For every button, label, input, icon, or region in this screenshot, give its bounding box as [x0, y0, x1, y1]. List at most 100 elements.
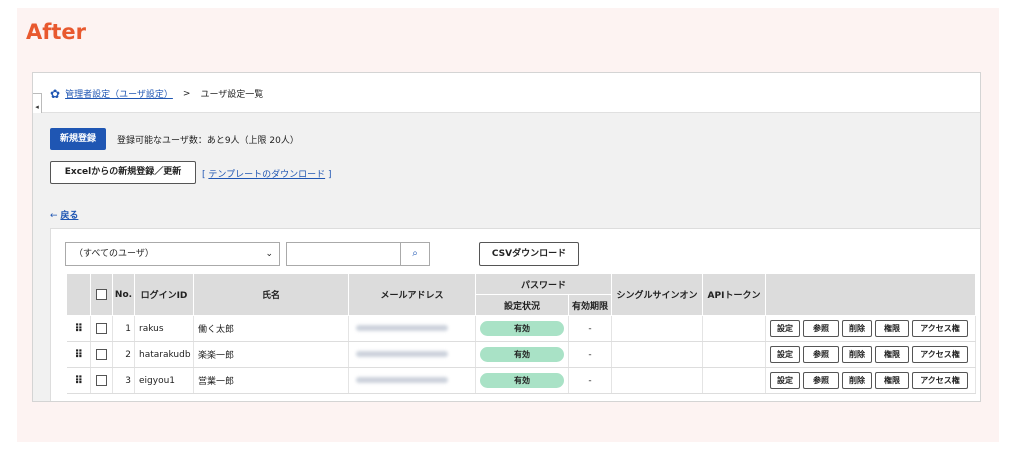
row-sso: [611, 341, 703, 368]
row-checkbox[interactable]: [96, 375, 107, 386]
registration-info: 登録可能なユーザ数：あと9人（上限 20人）: [117, 136, 299, 146]
breadcrumb-separator: >: [182, 88, 191, 99]
row-name: 営業一郎: [193, 367, 349, 394]
status-badge: 有効: [480, 321, 564, 336]
drag-handle-icon[interactable]: ⠿: [66, 367, 91, 394]
col-email: メールアドレス: [348, 273, 476, 316]
row-password-expiry: -: [568, 341, 612, 368]
delete-button[interactable]: 削除: [842, 372, 872, 389]
new-registration-button[interactable]: 新規登録: [50, 128, 106, 150]
redacted-email: [356, 351, 448, 357]
row-name: 働く太郎: [193, 315, 349, 342]
row-checkbox[interactable]: [96, 323, 107, 334]
delete-button[interactable]: 削除: [842, 320, 872, 337]
delete-button[interactable]: 削除: [842, 346, 872, 363]
app-screenshot: ◂ ✿ 管理者設定（ユーザ設定） > ユーザ設定一覧 新規登録 登録可能なユーザ…: [32, 72, 981, 402]
access-button[interactable]: アクセス権: [912, 346, 968, 363]
select-all-checkbox[interactable]: [96, 289, 107, 300]
settings-button[interactable]: 設定: [770, 372, 800, 389]
row-actions: 設定 参照 削除 権限 アクセス権: [765, 367, 976, 394]
settings-button[interactable]: 設定: [770, 320, 800, 337]
row-password-expiry: -: [568, 367, 612, 394]
row-api-token: [702, 367, 766, 394]
row-select: [90, 341, 113, 368]
permission-button[interactable]: 権限: [875, 346, 909, 363]
row-checkbox[interactable]: [96, 349, 107, 360]
col-name: 氏名: [193, 273, 349, 316]
row-email: [348, 341, 476, 368]
gear-icon: ✿: [50, 86, 61, 101]
bracket-close: ]: [328, 170, 332, 180]
settings-button[interactable]: 設定: [770, 346, 800, 363]
search-input[interactable]: [287, 243, 401, 265]
row-no: 3: [112, 367, 135, 394]
status-badge: 有効: [480, 373, 564, 388]
row-sso: [611, 367, 703, 394]
row-select: [90, 315, 113, 342]
back-link[interactable]: 戻る: [60, 211, 78, 221]
table-row: ⠿ 1 rakus 働く太郎 有効 - 設定 参照 削除 権限 アクセス権: [66, 315, 976, 342]
search-icon[interactable]: ⌕: [400, 243, 429, 265]
row-api-token: [702, 315, 766, 342]
row-email: [348, 367, 476, 394]
back-nav: ← 戻る: [50, 208, 78, 221]
access-button[interactable]: アクセス権: [912, 320, 968, 337]
col-actions: [765, 273, 976, 316]
table-row: ⠿ 2 hatarakudb 楽楽一郎 有効 - 設定 参照 削除 権限 アクセス権: [66, 341, 976, 368]
breadcrumb: ✿ 管理者設定（ユーザ設定） > ユーザ設定一覧: [50, 86, 264, 101]
after-label: After: [26, 20, 87, 44]
view-button[interactable]: 参照: [803, 372, 839, 389]
user-table: No. ログインID 氏名 メールアドレス パスワード シングルサインオン AP…: [66, 273, 976, 394]
breadcrumb-parent-link[interactable]: 管理者設定（ユーザ設定）: [65, 87, 173, 100]
col-drag: [66, 273, 91, 316]
user-filter-select[interactable]: （すべてのユーザ） ⌄: [65, 242, 280, 266]
col-password-expiry: 有効期限: [568, 294, 612, 316]
template-download-link[interactable]: テンプレートのダウンロード: [208, 170, 325, 180]
row-password-expiry: -: [568, 315, 612, 342]
row-no: 1: [112, 315, 135, 342]
csv-download-button[interactable]: CSVダウンロード: [479, 242, 579, 266]
row-api-token: [702, 341, 766, 368]
row-login-id: eigyou1: [134, 367, 194, 394]
row-login-id: hatarakudb: [134, 341, 194, 368]
back-arrow-icon: ←: [50, 211, 58, 221]
template-download: [ テンプレートのダウンロード ]: [202, 167, 332, 180]
row-actions: 設定 参照 削除 権限 アクセス権: [765, 315, 976, 342]
col-login-id: ログインID: [134, 273, 194, 316]
drag-handle-icon[interactable]: ⠿: [66, 315, 91, 342]
col-password-status: 設定状況: [475, 294, 569, 316]
col-password: パスワード: [475, 273, 612, 295]
view-button[interactable]: 参照: [803, 320, 839, 337]
col-sso: シングルサインオン: [611, 273, 703, 316]
permission-button[interactable]: 権限: [875, 320, 909, 337]
row-no: 2: [112, 341, 135, 368]
col-api-token: APIトークン: [702, 273, 766, 316]
row-password-status: 有効: [475, 341, 569, 368]
col-no: No.: [112, 273, 135, 316]
access-button[interactable]: アクセス権: [912, 372, 968, 389]
row-name: 楽楽一郎: [193, 341, 349, 368]
permission-button[interactable]: 権限: [875, 372, 909, 389]
table-row: ⠿ 3 eigyou1 営業一郎 有効 - 設定 参照 削除 権限 アクセス権: [66, 367, 976, 394]
bracket-open: [: [202, 170, 206, 180]
row-password-status: 有効: [475, 367, 569, 394]
row-login-id: rakus: [134, 315, 194, 342]
chevron-down-icon: ⌄: [265, 249, 273, 259]
user-list-panel: （すべてのユーザ） ⌄ ⌕ CSVダウンロード No. ログインID 氏名 メー…: [50, 228, 980, 401]
breadcrumb-bar: ◂ ✿ 管理者設定（ユーザ設定） > ユーザ設定一覧: [33, 73, 980, 121]
excel-import-button[interactable]: Excelからの新規登録／更新: [50, 161, 196, 184]
user-filter-value: （すべてのユーザ）: [74, 249, 154, 259]
row-password-status: 有効: [475, 315, 569, 342]
drag-handle-icon[interactable]: ⠿: [66, 341, 91, 368]
breadcrumb-current: ユーザ設定一覧: [200, 90, 264, 100]
col-select: [90, 273, 113, 316]
row-email: [348, 315, 476, 342]
row-select: [90, 367, 113, 394]
row-actions: 設定 参照 削除 権限 アクセス権: [765, 341, 976, 368]
view-button[interactable]: 参照: [803, 346, 839, 363]
redacted-email: [356, 377, 448, 383]
search-box: ⌕: [286, 242, 430, 266]
status-badge: 有効: [480, 347, 564, 362]
row-sso: [611, 315, 703, 342]
redacted-email: [356, 325, 448, 331]
